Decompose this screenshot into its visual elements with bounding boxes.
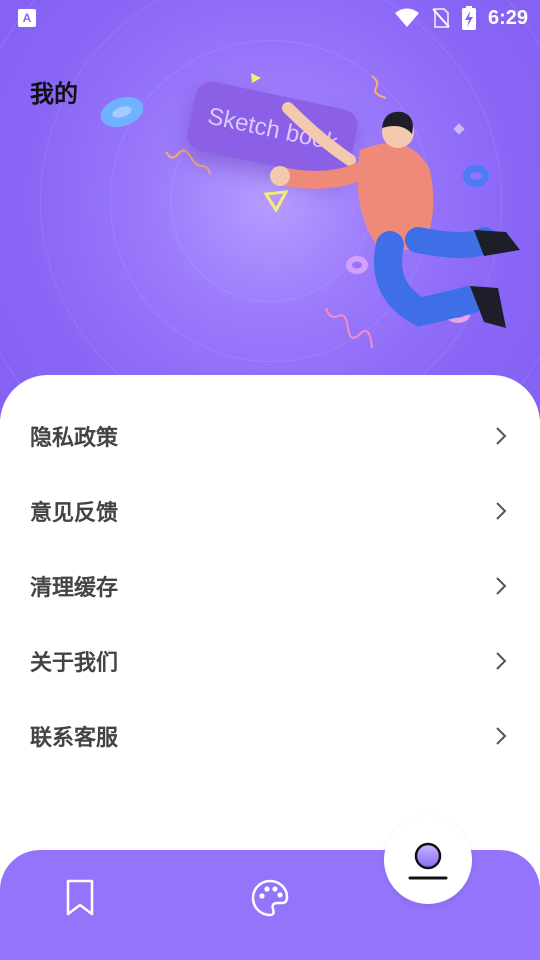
menu-item-label: 意见反馈 xyxy=(30,501,119,526)
settings-card: 隐私政策 意见反馈 清理缓存 关于我们 联系客服 xyxy=(0,375,540,895)
menu-item-contact-support[interactable]: 联系客服 xyxy=(0,698,540,773)
chevron-right-icon xyxy=(496,727,507,745)
menu-item-feedback[interactable]: 意见反馈 xyxy=(0,473,540,548)
triangle-decor-icon xyxy=(251,73,261,83)
battery-charging-icon xyxy=(461,6,476,30)
status-bar: A 6:29 xyxy=(0,0,540,36)
menu-item-clear-cache[interactable]: 清理缓存 xyxy=(0,548,540,623)
profile-icon xyxy=(408,842,448,880)
app-notification-icon: A xyxy=(18,9,36,27)
squiggle-decor-icon xyxy=(165,149,211,175)
palette-icon xyxy=(251,879,289,917)
menu-item-label: 关于我们 xyxy=(30,651,119,676)
page-title: 我的 xyxy=(30,80,78,108)
menu-item-privacy-policy[interactable]: 隐私政策 xyxy=(0,398,540,473)
person-illustration xyxy=(270,102,520,328)
menu-item-about-us[interactable]: 关于我们 xyxy=(0,623,540,698)
tab-palette[interactable] xyxy=(240,868,300,928)
status-time: 6:29 xyxy=(487,6,528,29)
header-banner: A 6:29 我的 Sketch book xyxy=(0,0,540,420)
no-sim-icon xyxy=(432,8,450,28)
chevron-right-icon xyxy=(496,577,507,595)
bookmark-icon xyxy=(66,879,94,916)
tab-bookmarks[interactable] xyxy=(50,868,110,928)
chevron-right-icon xyxy=(496,502,507,520)
wifi-icon xyxy=(394,8,419,27)
tab-profile[interactable] xyxy=(384,816,472,904)
chevron-right-icon xyxy=(496,427,507,445)
menu-item-label: 清理缓存 xyxy=(30,576,119,601)
menu-item-label: 隐私政策 xyxy=(30,426,119,451)
menu-item-label: 联系客服 xyxy=(30,726,119,751)
chevron-right-icon xyxy=(496,652,507,670)
torus-decor-icon xyxy=(100,97,144,127)
squiggle-decor-icon xyxy=(371,75,387,99)
